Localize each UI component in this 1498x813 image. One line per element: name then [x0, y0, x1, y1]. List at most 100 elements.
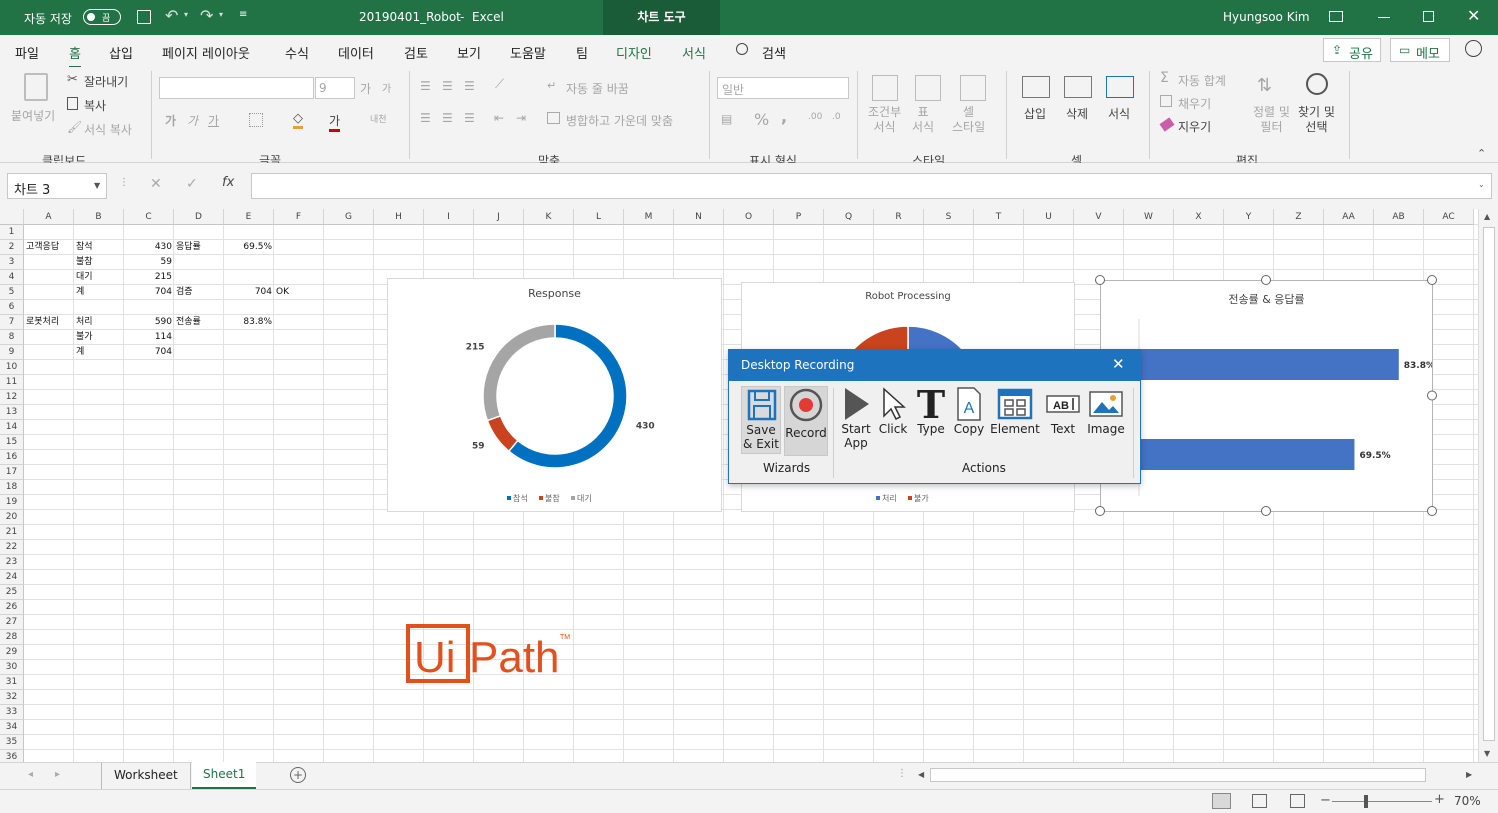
- column-header[interactable]: O: [724, 209, 774, 225]
- vertical-scrollbar[interactable]: ▲ ▼: [1478, 209, 1498, 762]
- column-header[interactable]: Q: [824, 209, 874, 225]
- row-header[interactable]: 6: [0, 300, 24, 315]
- column-header[interactable]: W: [1124, 209, 1174, 225]
- italic-button[interactable]: 가: [187, 112, 198, 129]
- format-painter-button[interactable]: 서식 복사: [84, 121, 132, 138]
- undo-dropdown-icon[interactable]: ▾: [184, 10, 188, 19]
- accounting-icon[interactable]: ▤: [721, 112, 732, 126]
- fill-button[interactable]: 채우기: [1178, 95, 1211, 112]
- copy-button[interactable]: A Copy: [952, 386, 986, 454]
- increase-indent-icon[interactable]: ⇥: [516, 111, 526, 125]
- cell-d2[interactable]: 응답률: [176, 240, 201, 255]
- align-right-icon[interactable]: ☰: [464, 111, 475, 125]
- wrap-text-button[interactable]: 자동 줄 바꿈: [566, 80, 629, 97]
- maximize-icon[interactable]: [1423, 11, 1434, 22]
- row-header[interactable]: 15: [0, 435, 24, 450]
- start-app-button[interactable]: Start App: [838, 386, 874, 454]
- cell-f5[interactable]: OK: [276, 285, 289, 300]
- cell-e5[interactable]: 704: [224, 285, 272, 300]
- user-name[interactable]: Hyungsoo Kim: [1223, 10, 1310, 24]
- row-header[interactable]: 1: [0, 225, 24, 240]
- chart-rates[interactable]: 전송률 & 응답률 83.8% 69.5%: [1100, 280, 1433, 512]
- column-header[interactable]: S: [924, 209, 974, 225]
- align-left-icon[interactable]: ☰: [420, 111, 431, 125]
- tab-page-layout[interactable]: 페이지 레이아웃: [162, 43, 250, 62]
- redo-icon[interactable]: ↷: [200, 6, 213, 25]
- column-header[interactable]: L: [574, 209, 624, 225]
- name-box[interactable]: 차트 3 ▼: [7, 173, 107, 199]
- tab-help[interactable]: 도움말: [510, 43, 546, 62]
- zoom-slider-thumb[interactable]: [1364, 795, 1368, 808]
- fill-color-icon[interactable]: ◇: [293, 111, 303, 129]
- tab-review[interactable]: 검토: [404, 43, 428, 62]
- cell-b9[interactable]: 계: [76, 345, 84, 360]
- row-header[interactable]: 8: [0, 330, 24, 345]
- insert-cells-button[interactable]: 삽입: [1024, 105, 1046, 122]
- row-header[interactable]: 22: [0, 540, 24, 555]
- cell-styles-button[interactable]: 셀 스타일: [952, 105, 985, 135]
- prev-sheet-icon[interactable]: ◂: [28, 769, 33, 780]
- row-header[interactable]: 31: [0, 675, 24, 690]
- row-header[interactable]: 12: [0, 390, 24, 405]
- percent-button[interactable]: %: [754, 110, 769, 129]
- row-header[interactable]: 24: [0, 570, 24, 585]
- search-box[interactable]: 검색: [762, 43, 786, 62]
- sheet-tab-worksheet[interactable]: Worksheet: [101, 763, 191, 789]
- decrease-decimal-icon[interactable]: .0: [832, 112, 841, 122]
- format-cells-button[interactable]: 서식: [1108, 105, 1130, 122]
- column-header[interactable]: H: [374, 209, 424, 225]
- paste-icon[interactable]: [24, 73, 48, 101]
- search-icon[interactable]: [736, 43, 748, 55]
- column-header[interactable]: AA: [1324, 209, 1374, 225]
- zoom-in-icon[interactable]: +: [1434, 792, 1445, 807]
- underline-button[interactable]: 가: [208, 112, 219, 129]
- image-button[interactable]: Image: [1085, 386, 1127, 454]
- number-format-select[interactable]: 일반: [717, 77, 849, 99]
- tab-team[interactable]: 팀: [576, 43, 588, 62]
- collapse-ribbon-icon[interactable]: ⌃: [1477, 147, 1486, 160]
- cell-b8[interactable]: 불가: [76, 330, 93, 345]
- tab-view[interactable]: 보기: [457, 43, 481, 62]
- font-name-select[interactable]: [159, 77, 314, 99]
- row-header[interactable]: 4: [0, 270, 24, 285]
- column-header[interactable]: A: [24, 209, 74, 225]
- scroll-up-icon[interactable]: ▲: [1484, 212, 1490, 221]
- row-header[interactable]: 10: [0, 360, 24, 375]
- row-header[interactable]: 27: [0, 615, 24, 630]
- column-header[interactable]: K: [524, 209, 574, 225]
- column-header[interactable]: Z: [1274, 209, 1324, 225]
- column-header[interactable]: N: [674, 209, 724, 225]
- row-header[interactable]: 29: [0, 645, 24, 660]
- cell-c9[interactable]: 704: [124, 345, 172, 360]
- ruby-button[interactable]: 내천: [370, 112, 387, 125]
- row-header[interactable]: 19: [0, 495, 24, 510]
- row-header[interactable]: 7: [0, 315, 24, 330]
- paste-button[interactable]: 붙여넣기: [11, 107, 55, 124]
- cell-a7[interactable]: 로봇처리: [26, 315, 59, 330]
- autosave-toggle[interactable]: 끔: [83, 9, 121, 25]
- font-color-button[interactable]: 가: [329, 112, 341, 132]
- next-sheet-icon[interactable]: ▸: [55, 769, 60, 780]
- zoom-slider[interactable]: [1332, 801, 1432, 802]
- column-header[interactable]: C: [124, 209, 174, 225]
- text-button[interactable]: AB Text: [1045, 386, 1081, 454]
- merge-center-button[interactable]: 병합하고 가운데 맞춤: [566, 112, 673, 129]
- horizontal-scrollbar[interactable]: [930, 768, 1426, 782]
- worksheet-grid[interactable]: A B C D E F G H I J K L M N O P Q R S T U V W X Y Z AA AB AC 1234567…: [0, 209, 1478, 762]
- bold-button[interactable]: 가: [165, 112, 176, 129]
- comma-button[interactable]: ,: [781, 107, 787, 126]
- column-header[interactable]: J: [474, 209, 524, 225]
- cell-d7[interactable]: 전송률: [176, 315, 201, 330]
- tab-formulas[interactable]: 수식: [285, 43, 309, 62]
- column-header[interactable]: M: [624, 209, 674, 225]
- align-top-icon[interactable]: ☰: [420, 79, 431, 93]
- cell-c3[interactable]: 59: [124, 255, 172, 270]
- conditional-format-button[interactable]: 조건부 서식: [868, 105, 901, 135]
- row-header[interactable]: 34: [0, 720, 24, 735]
- tab-data[interactable]: 데이터: [338, 43, 374, 62]
- cell-c4[interactable]: 215: [124, 270, 172, 285]
- column-header[interactable]: D: [174, 209, 224, 225]
- add-sheet-icon[interactable]: +: [290, 767, 306, 783]
- zoom-out-icon[interactable]: −: [1320, 793, 1331, 808]
- row-header[interactable]: 17: [0, 465, 24, 480]
